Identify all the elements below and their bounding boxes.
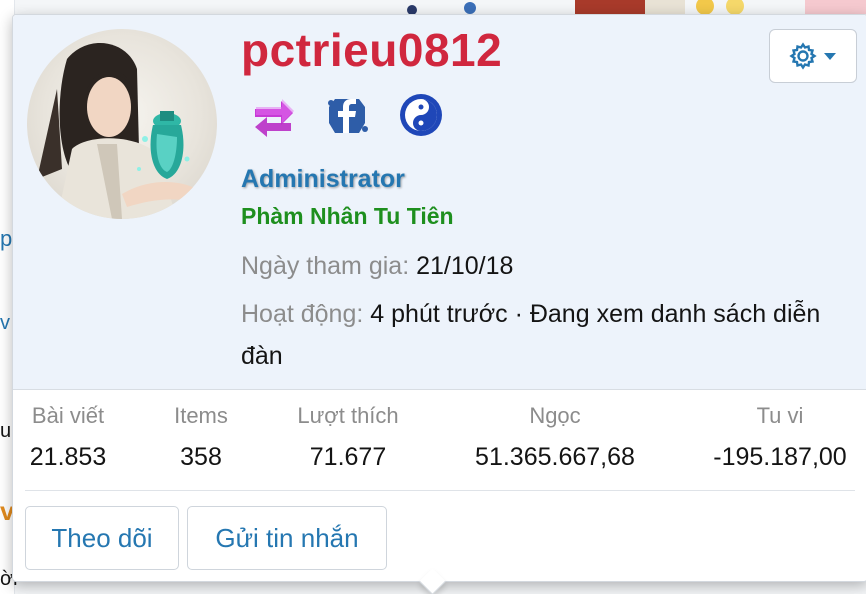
- stat-label: Ngọc: [529, 403, 581, 428]
- joined-label: Ngày tham gia:: [241, 252, 410, 280]
- background-text: p: [0, 226, 13, 251]
- username[interactable]: pctrieu0812: [241, 23, 502, 77]
- divider: [25, 490, 855, 491]
- user-badges: [247, 89, 447, 141]
- yin-yang-icon[interactable]: [395, 89, 447, 141]
- activity-label: Hoạt động:: [241, 300, 364, 328]
- send-message-button[interactable]: Gửi tin nhắn: [187, 506, 387, 570]
- stat-label: Tu vi: [756, 403, 804, 428]
- background-decoration: [575, 0, 866, 14]
- user-rank: Phàm Nhân Tu Tiên: [241, 203, 454, 229]
- background-text: v: [0, 312, 10, 334]
- stat-items: Items 358: [153, 403, 249, 472]
- settings-menu-button[interactable]: [769, 29, 857, 83]
- joined-value: 21/10/18: [416, 252, 514, 280]
- stat-value: 358: [180, 443, 222, 471]
- activity-info: Hoạt động: 4 phút trước · Đang xem danh …: [241, 293, 851, 377]
- avatar[interactable]: [27, 29, 217, 219]
- follow-button[interactable]: Theo dõi: [25, 506, 179, 570]
- stat-value: -195.187,00: [713, 443, 847, 471]
- stat-label: Bài viết: [31, 403, 105, 428]
- stat-likes: Lượt thích 71.677: [283, 403, 413, 472]
- background-decoration: [407, 2, 476, 14]
- background-text: u: [0, 420, 12, 442]
- stat-label: Lượt thích: [297, 403, 399, 428]
- swap-arrows-icon[interactable]: [247, 89, 299, 141]
- member-tooltip-card: pctrieu0812 Administrator Phàm Nhân Tu T…: [12, 14, 866, 594]
- stat-posts: Bài viết 21.853: [21, 403, 115, 472]
- stat-value[interactable]: 21.853: [21, 443, 115, 472]
- stat-value: 71.677: [309, 443, 387, 471]
- user-role[interactable]: Administrator: [241, 165, 405, 194]
- caret-down-icon: [824, 53, 836, 60]
- member-stats: Bài viết 21.853 Items 358 Lượt thích 71.…: [13, 403, 866, 483]
- facebook-icon[interactable]: [321, 89, 373, 141]
- stat-jade: Ngọc 51.365.667,68: [463, 403, 647, 472]
- gear-icon: [789, 42, 817, 70]
- stat-cultivation: Tu vi -195.187,00: [697, 403, 863, 472]
- joined-info: Ngày tham gia: 21/10/18: [241, 245, 851, 287]
- avatar-image: [37, 42, 197, 219]
- stat-value: 51.365.667,68: [475, 443, 635, 471]
- stat-label: Items: [174, 403, 228, 428]
